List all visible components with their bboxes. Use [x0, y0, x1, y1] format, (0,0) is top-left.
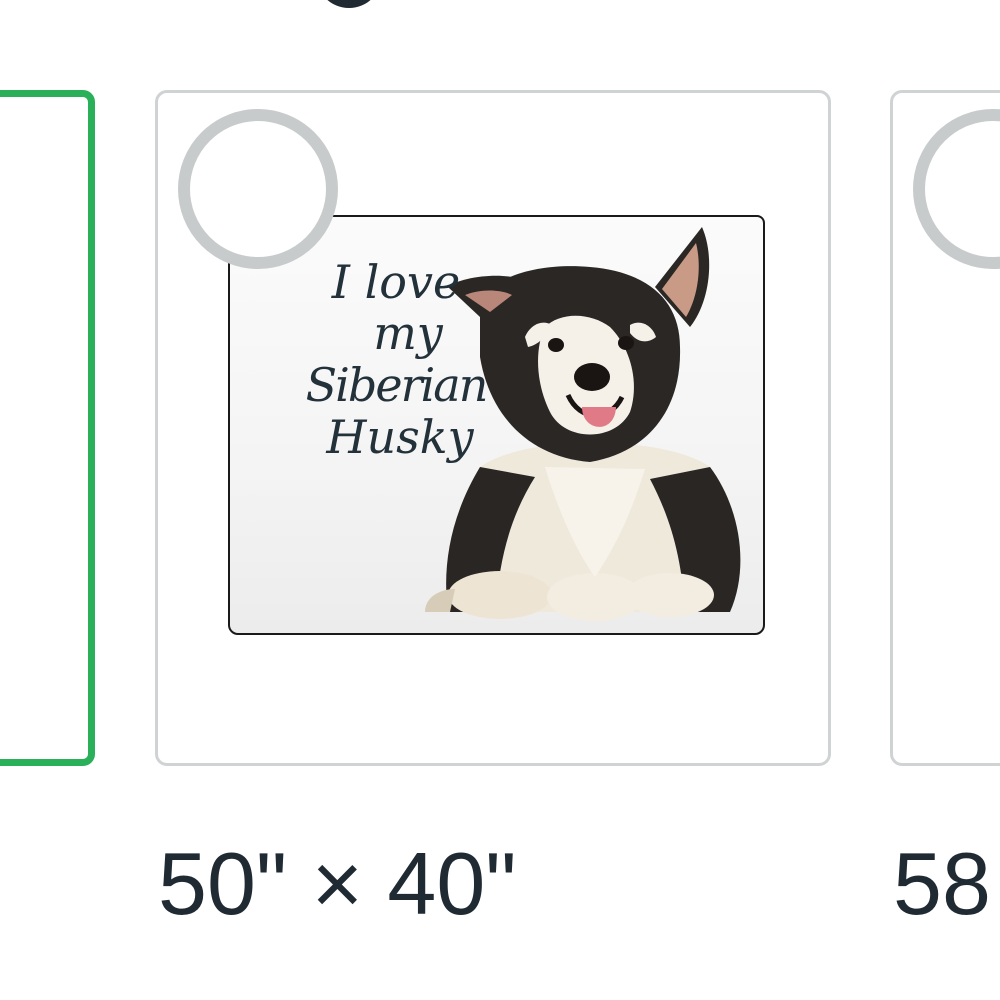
size-label-50x40: 50" × 40" — [158, 834, 517, 933]
size-option-card-50x40[interactable]: I love my Siberian Husky — [155, 90, 831, 766]
blanket-print-text: I love my Siberian Husky — [296, 257, 496, 463]
radio-empty-icon[interactable] — [913, 109, 1000, 269]
radio-empty-icon[interactable] — [178, 109, 338, 269]
blanket-product-image: I love my Siberian Husky — [228, 215, 765, 635]
print-line: Husky — [326, 410, 474, 464]
size-option-card-selected[interactable] — [0, 90, 95, 766]
size-selector: I love my Siberian Husky 50" × 40" 58 — [0, 0, 1000, 1000]
size-label-58: 58 — [893, 834, 991, 933]
size-option-card-58[interactable] — [890, 90, 1000, 766]
print-line: Siberian — [305, 358, 489, 412]
print-line: I love — [331, 255, 461, 309]
section-heading-fragment — [310, 0, 390, 14]
heading-glyph — [316, 0, 382, 8]
print-line: my — [373, 306, 443, 360]
